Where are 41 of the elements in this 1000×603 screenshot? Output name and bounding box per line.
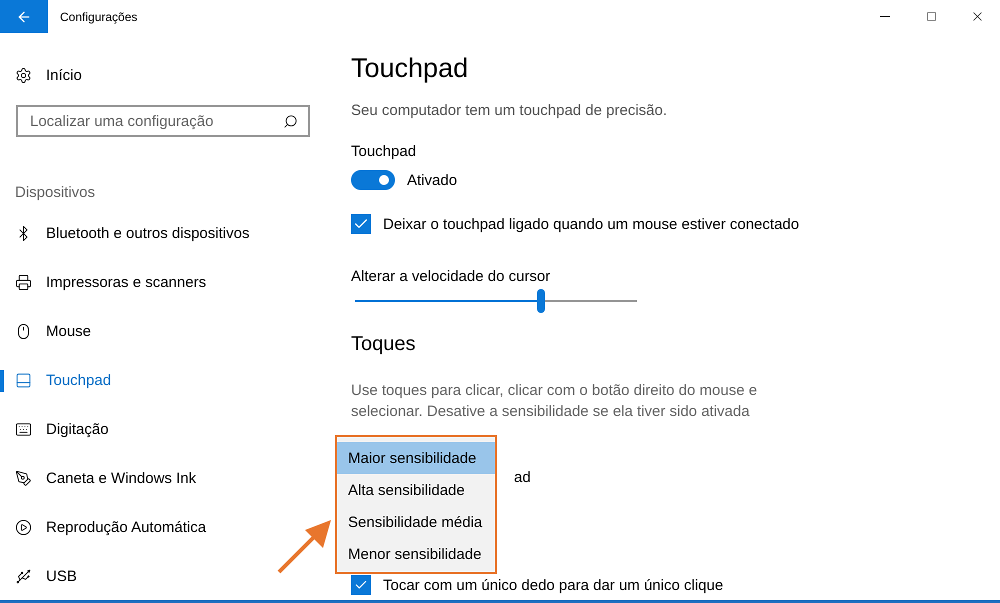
covered-text: ad — [514, 469, 531, 486]
mouse-icon — [15, 323, 32, 340]
touchpad-icon — [15, 372, 32, 389]
usb-icon — [15, 568, 32, 585]
printer-icon — [15, 274, 32, 291]
dropdown-option[interactable]: Sensibilidade média — [337, 506, 495, 538]
section-description: Use toques para clicar, clicar com o botão direito do mouse e selecionar. Desative a sensibilidade se ela tiver sido ativada — [351, 381, 758, 422]
slider-thumb[interactable] — [537, 289, 546, 313]
search-icon — [283, 114, 298, 128]
checkbox-label: Tocar com um único dedo para dar um único clique — [383, 576, 724, 594]
window-title: Configurações — [60, 10, 138, 24]
section-heading: Dispositivos — [15, 184, 96, 201]
sidebar-item[interactable]: Digitação — [0, 405, 335, 454]
sidebar-item[interactable]: Impressoras e scanners — [0, 258, 335, 307]
autoplay-icon — [15, 519, 32, 536]
toggle-switch[interactable] — [351, 170, 395, 190]
pen-icon — [15, 470, 32, 487]
keyboard-icon — [15, 421, 32, 438]
toggle-state-text: Ativado — [407, 172, 458, 188]
page-title: Touchpad — [351, 53, 468, 84]
settings-icon — [15, 66, 32, 84]
home-nav-item[interactable]: Início — [0, 57, 335, 93]
toggle-label: Touchpad — [351, 143, 416, 160]
maximize-icon — [926, 11, 936, 22]
dropdown-option[interactable]: Alta sensibilidade — [337, 474, 495, 506]
sidebar-item[interactable]: Reprodução Automática — [0, 503, 335, 552]
sidebar-item[interactable]: Touchpad — [0, 356, 335, 405]
minimize-icon — [880, 16, 890, 17]
sidebar-item[interactable]: Caneta e Windows Ink — [0, 454, 335, 503]
sidebar-item[interactable]: Mouse — [0, 307, 335, 356]
dropdown-option[interactable]: Maior sensibilidade — [337, 442, 495, 474]
page-subtitle: Seu computador tem um touchpad de precisão. — [351, 102, 668, 119]
section-heading: Toques — [351, 333, 416, 356]
search-field[interactable]: Localizar uma configuração — [16, 105, 310, 137]
slider-label: Alterar a velocidade do cursor — [351, 268, 550, 285]
checkbox[interactable] — [351, 575, 371, 595]
checkbox-label: Deixar o touchpad ligado quando um mouse estiver conectado — [383, 216, 800, 232]
checkbox[interactable] — [351, 214, 371, 234]
sidebar-item[interactable]: USB — [0, 552, 335, 600]
sidebar-item[interactable]: Bluetooth e outros dispositivos — [0, 209, 335, 258]
dropdown-option[interactable]: Menor sensibilidade — [337, 538, 495, 570]
